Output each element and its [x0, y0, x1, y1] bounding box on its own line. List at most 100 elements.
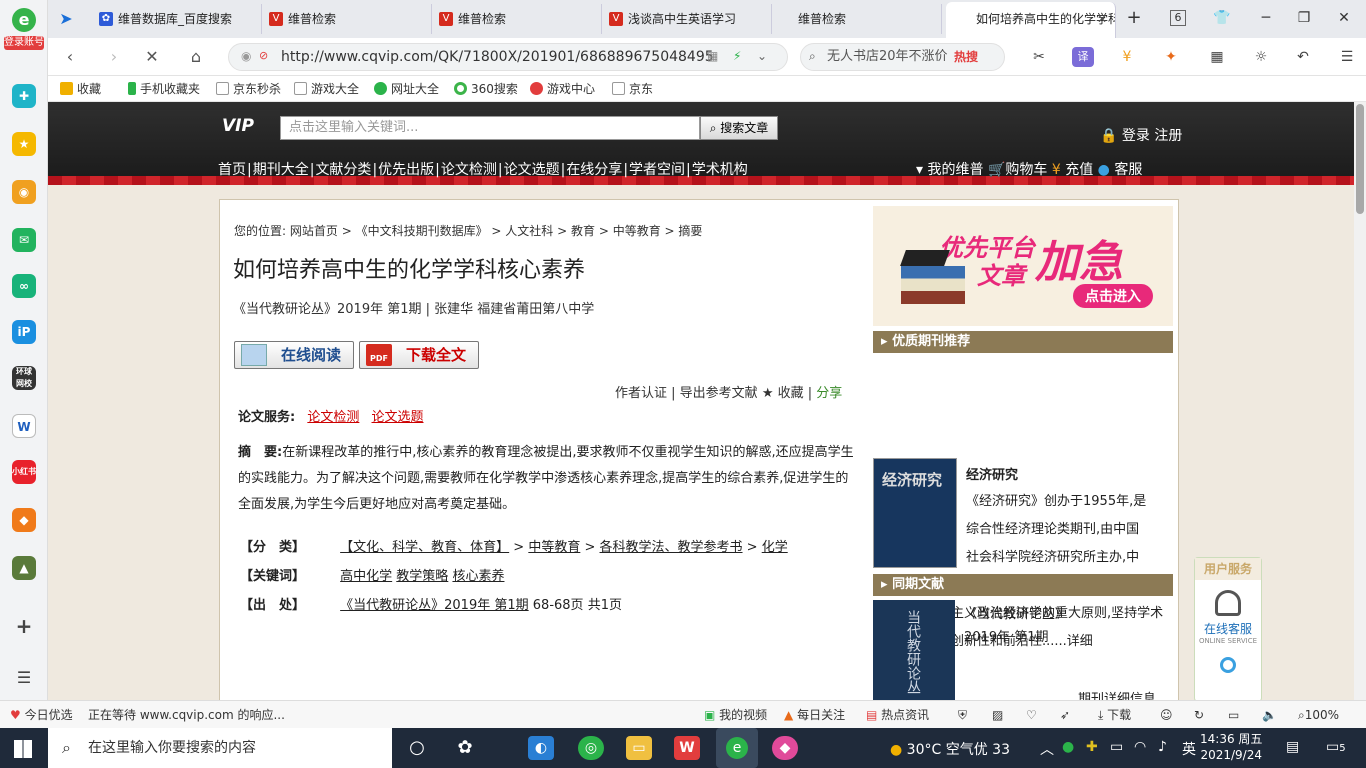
health-icon[interactable]: ♡: [1026, 707, 1037, 723]
class-link[interactable]: 各科教学法、教学参考书: [600, 540, 743, 555]
navigate-circle-icon[interactable]: ➤: [54, 7, 78, 31]
back-icon[interactable]: ‹: [58, 45, 82, 69]
image-icon[interactable]: ▨: [992, 707, 1003, 723]
apps-grid-icon[interactable]: ▦: [1206, 47, 1228, 67]
cart-link[interactable]: 购物车: [1005, 162, 1047, 178]
xiaohongshu-app-icon[interactable]: 小红书: [12, 460, 36, 484]
tray-app2-icon[interactable]: ✚: [1086, 739, 1098, 755]
same-issue-name[interactable]: 《当代教研论丛》: [964, 603, 1068, 622]
priority-banner[interactable]: 优先平台 文章 加急 点击进入: [873, 206, 1173, 326]
site-search-input[interactable]: 点击这里输入关键词...: [280, 116, 700, 140]
bookmark-hao[interactable]: 网址大全: [374, 80, 439, 98]
same-issue-cover[interactable]: 当代教研论丛: [873, 600, 955, 700]
restore-icon[interactable]: ❐: [1292, 6, 1316, 30]
chevron-down-icon[interactable]: ⌄: [757, 49, 767, 63]
forward-icon[interactable]: ›: [102, 45, 126, 69]
clock[interactable]: 14:36 周五 2021/9/24: [1200, 731, 1262, 763]
game-toolbar-icon[interactable]: ✦: [1160, 47, 1182, 67]
site-search-button[interactable]: ⌕ 搜索文章: [700, 116, 778, 140]
search-bar[interactable]: ⌕ 无人书店20年不涨价 热搜: [800, 43, 1005, 71]
service-check-link[interactable]: 论文检测: [307, 410, 359, 425]
tab-vip-1[interactable]: V 维普检索: [262, 4, 432, 34]
login-account-button[interactable]: e 登录账号: [4, 8, 44, 60]
keyword-link[interactable]: 教学策略: [396, 569, 448, 584]
new-tab-icon[interactable]: +: [1122, 6, 1146, 30]
hot-news[interactable]: ▤ 热点资讯: [866, 707, 929, 723]
bookmark-360[interactable]: 360搜索: [454, 80, 518, 98]
star-favorites-icon[interactable]: ★: [12, 132, 36, 156]
nav-share[interactable]: 在线分享: [566, 162, 622, 178]
journal-more-link[interactable]: 详细: [1067, 634, 1093, 649]
notification-icon[interactable]: ▤: [1286, 739, 1299, 755]
taskbar-search[interactable]: ⌕ 在这里输入你要搜索的内容: [48, 728, 392, 768]
shield-icon[interactable]: ⛨: [958, 707, 967, 723]
translate-icon[interactable]: 译: [1072, 47, 1094, 67]
game-app-icon[interactable]: ◆: [12, 508, 36, 532]
class-link[interactable]: 【文化、科学、教育、体育】: [340, 540, 509, 555]
undo-icon[interactable]: ↶: [1292, 47, 1314, 67]
rocket-icon[interactable]: ➶: [1060, 707, 1070, 723]
share-link[interactable]: 分享: [816, 386, 842, 401]
nav-institution[interactable]: 学术机构: [692, 162, 748, 178]
blocked-icon[interactable]: ⊘: [259, 49, 268, 62]
mail-icon[interactable]: ✉: [12, 228, 36, 252]
wps-icon[interactable]: W: [674, 736, 700, 760]
breadcrumb-home[interactable]: 网站首页: [290, 224, 338, 238]
download-status[interactable]: ⤓ 下载: [1098, 707, 1131, 723]
battery-icon[interactable]: ▭: [1110, 739, 1123, 755]
volume-icon[interactable]: 🔈: [1262, 707, 1277, 723]
daily-focus[interactable]: ▲ 每日关注: [784, 707, 845, 723]
tray-app1-icon[interactable]: ●: [1062, 739, 1074, 755]
link-app-icon[interactable]: ∞: [12, 274, 36, 298]
keyword-link[interactable]: 高中化学: [340, 569, 392, 584]
export-ref-link[interactable]: 导出参考文献: [680, 386, 758, 401]
bookmark-game-center[interactable]: 游戏中心: [530, 80, 595, 98]
my-vip-link[interactable]: 我的维普: [927, 162, 983, 178]
nav-check[interactable]: 论文检测: [441, 162, 497, 178]
folder-icon[interactable]: ▭: [626, 736, 652, 760]
nav-scholar[interactable]: 学者空间: [629, 162, 685, 178]
nav-journals[interactable]: 期刊大全: [253, 162, 309, 178]
speaker-icon[interactable]: ♪: [1158, 739, 1167, 755]
weather-widget[interactable]: ● 30°C 空气优 33: [890, 739, 1010, 759]
task-view-icon[interactable]: ○: [404, 736, 430, 760]
tab-vip-2[interactable]: V 维普检索: [432, 4, 602, 34]
bookmark-jd[interactable]: 京东: [612, 80, 653, 98]
read-online-button[interactable]: 在线阅读: [234, 341, 354, 369]
shirt-skin-icon[interactable]: 👕: [1210, 6, 1234, 30]
pinwheel-app-icon[interactable]: ✿: [452, 736, 478, 760]
close-window-icon[interactable]: ✕: [1332, 6, 1356, 30]
zoom-level[interactable]: ⌕100%: [1298, 707, 1339, 723]
bookmark-mobile[interactable]: 手机收藏夹: [128, 80, 200, 98]
stop-loading-icon[interactable]: ✕: [140, 45, 164, 69]
tab-baidu[interactable]: ✿ 维普数据库_百度搜索: [92, 4, 262, 34]
my-video[interactable]: ▣ 我的视频: [704, 707, 767, 723]
breadcrumb-social[interactable]: 人文社科: [505, 224, 553, 238]
close-tab-icon[interactable]: ✕: [1097, 2, 1107, 36]
class-link[interactable]: 化学: [762, 540, 788, 555]
chat-icon[interactable]: [1220, 657, 1236, 673]
game2-app-icon[interactable]: ▲: [12, 556, 36, 580]
journal-name[interactable]: 经济研究: [966, 464, 1018, 483]
network-icon[interactable]: ◠: [1134, 739, 1146, 755]
active-browser-icon[interactable]: e: [716, 728, 758, 768]
tab-active[interactable]: 如何培养高中生的化学学科核心素养✕: [946, 2, 1116, 38]
ip-app-icon[interactable]: iP: [12, 320, 36, 344]
nav-home[interactable]: 首页: [218, 162, 246, 178]
nav-topic[interactable]: 论文选题: [504, 162, 560, 178]
nav-categories[interactable]: 文献分类: [315, 162, 371, 178]
refresh-icon[interactable]: ↻: [1194, 707, 1204, 723]
service-link[interactable]: 客服: [1114, 162, 1142, 178]
article-meta[interactable]: 《当代教研论丛》2019年 第1期 | 张建华 福建省莆田第八中学: [233, 298, 594, 317]
qr-icon[interactable]: ▦: [707, 49, 718, 63]
cross-app-icon[interactable]: ✚: [12, 84, 36, 108]
page-scrollbar[interactable]: [1354, 102, 1366, 700]
notification-count[interactable]: ▭5: [1326, 739, 1346, 755]
nav-priority[interactable]: 优先出版: [378, 162, 434, 178]
add-icon[interactable]: +: [12, 614, 36, 638]
download-button[interactable]: PDF 下载全文: [359, 341, 479, 369]
keyword-link[interactable]: 核心素养: [452, 569, 504, 584]
wechat-icon[interactable]: ◎: [578, 736, 604, 760]
coin-icon[interactable]: ¥: [1116, 47, 1138, 67]
favorite-link[interactable]: ★ 收藏: [762, 386, 804, 401]
